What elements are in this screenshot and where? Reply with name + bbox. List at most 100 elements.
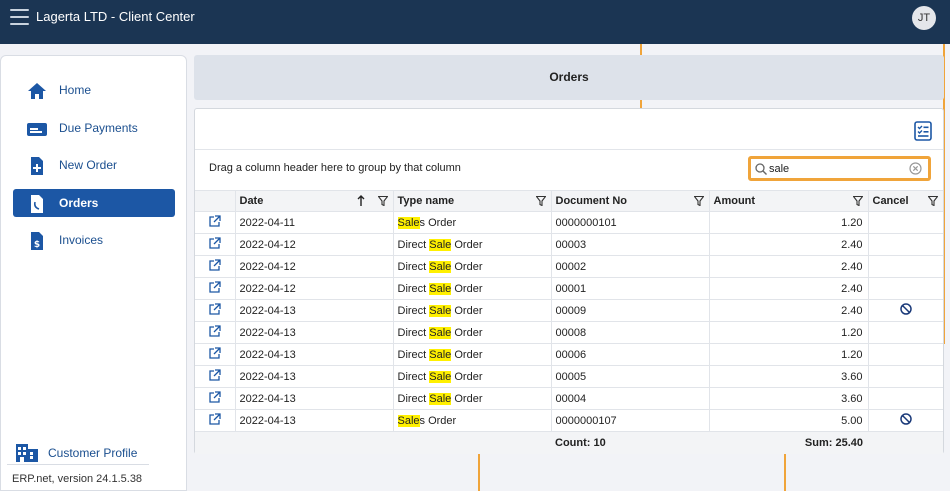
open-cell[interactable] [195, 365, 236, 388]
sort-ascending-icon[interactable] [357, 195, 365, 207]
open-cell[interactable] [195, 211, 236, 234]
open-external-icon[interactable] [208, 302, 221, 316]
type-name-cell: Sales Order [392, 409, 552, 432]
open-external-icon[interactable] [208, 346, 221, 360]
amount-cell: 1.20 [708, 343, 869, 366]
type-name-cell: Direct Sale Order [392, 365, 552, 388]
type-name-prefix: Direct [397, 282, 430, 295]
new-document-icon [31, 157, 43, 175]
open-cell[interactable] [195, 277, 236, 300]
svg-text:$: $ [34, 240, 40, 250]
table-row[interactable]: 2022-04-13 Direct Sale Order 00009 2.40 [195, 299, 943, 322]
card-icon [27, 123, 47, 136]
amount-cell: 1.20 [708, 211, 869, 234]
open-cell[interactable] [195, 343, 236, 366]
type-name-prefix: Direct [397, 238, 430, 251]
type-name-cell: Sales Order [392, 211, 552, 234]
sidebar-item-label: Due Payments [59, 121, 138, 135]
cancel-icon[interactable] [900, 413, 912, 425]
open-external-icon[interactable] [208, 390, 221, 404]
document-no-cell: 0000000101 [550, 211, 710, 234]
cancel-cell[interactable] [867, 299, 943, 322]
clear-search-icon[interactable] [909, 162, 922, 175]
table-row[interactable]: 2022-04-12 Direct Sale Order 00001 2.40 [195, 277, 943, 300]
open-external-icon[interactable] [208, 214, 221, 228]
filter-icon[interactable] [693, 196, 704, 206]
column-header-amount[interactable]: Amount [708, 190, 869, 212]
search-input[interactable] [769, 160, 909, 178]
open-external-icon[interactable] [208, 258, 221, 272]
top-bar: Lagerta LTD - Client Center JT [0, 0, 950, 44]
amount-cell: 5.00 [708, 409, 869, 432]
avatar[interactable]: JT [912, 6, 936, 30]
divider [7, 464, 149, 465]
open-cell[interactable] [195, 299, 236, 322]
date-cell: 2022-04-11 [234, 211, 394, 234]
document-no-cell: 00006 [550, 343, 710, 366]
footer-cell [393, 431, 551, 454]
open-cell[interactable] [195, 387, 236, 410]
open-cell[interactable] [195, 321, 236, 344]
table-row[interactable]: 2022-04-12 Direct Sale Order 00002 2.40 [195, 255, 943, 278]
sidebar-item-label: New Order [59, 158, 118, 172]
type-name-prefix: Direct [397, 370, 430, 383]
column-header-date[interactable]: Date [234, 190, 394, 212]
search-highlight: Sale [429, 370, 452, 383]
search-highlight: Sale [429, 392, 452, 405]
table-row[interactable]: 2022-04-13 Direct Sale Order 00006 1.20 [195, 343, 943, 366]
column-chooser-icon[interactable] [913, 121, 933, 141]
table-row[interactable]: 2022-04-13 Direct Sale Order 00005 3.60 [195, 365, 943, 388]
type-name-suffix: Order [451, 282, 483, 295]
version-text: ERP.net, version 24.1.5.38 [12, 473, 143, 485]
type-name-prefix: Direct [397, 326, 430, 339]
table-row[interactable]: 2022-04-13 Sales Order 0000000107 5.00 [195, 409, 943, 432]
type-name-prefix: Direct [397, 304, 430, 317]
sidebar-item-invoices[interactable]: $ Invoices [13, 226, 175, 254]
date-cell: 2022-04-13 [234, 321, 394, 344]
open-cell[interactable] [195, 233, 236, 256]
document-no-cell: 00008 [550, 321, 710, 344]
open-external-icon[interactable] [208, 324, 221, 338]
date-cell: 2022-04-13 [234, 365, 394, 388]
amount-cell: 2.40 [708, 233, 869, 256]
search-highlight: Sale [429, 326, 452, 339]
column-header-type-name[interactable]: Type name [392, 190, 552, 212]
sidebar-item-new-order[interactable]: New Order [13, 151, 175, 179]
orders-table: Date Type name Document No Amount Cancel… [195, 190, 943, 454]
table-row[interactable]: 2022-04-11 Sales Order 0000000101 1.20 [195, 211, 943, 234]
type-name-suffix: Order [451, 260, 483, 273]
filter-icon[interactable] [377, 196, 388, 206]
open-external-icon[interactable] [208, 236, 221, 250]
amount-cell: 2.40 [708, 299, 869, 322]
group-panel-hint[interactable]: Drag a column header here to group by th… [209, 162, 461, 174]
sidebar-item-due-payments[interactable]: Due Payments [13, 114, 175, 142]
open-external-icon[interactable] [208, 368, 221, 382]
open-external-icon[interactable] [208, 412, 221, 426]
table-row[interactable]: 2022-04-13 Direct Sale Order 00008 1.20 [195, 321, 943, 344]
open-cell[interactable] [195, 409, 236, 432]
menu-icon[interactable] [10, 9, 29, 25]
customer-profile-link[interactable]: Customer Profile [13, 440, 163, 464]
filter-icon[interactable] [535, 196, 546, 206]
table-row[interactable]: 2022-04-13 Direct Sale Order 00004 3.60 [195, 387, 943, 410]
sidebar: Home Due Payments New Order Orders $ Inv… [0, 55, 187, 491]
column-header-document-no[interactable]: Document No [550, 190, 710, 212]
search-highlight: Sale [429, 304, 452, 317]
filter-icon[interactable] [852, 196, 863, 206]
filter-icon[interactable] [928, 196, 938, 206]
cancel-cell [867, 321, 943, 344]
open-external-icon[interactable] [208, 280, 221, 294]
cancel-icon[interactable] [900, 303, 912, 315]
sidebar-item-label: Home [59, 83, 92, 97]
column-header-cancel[interactable]: Cancel [867, 190, 943, 212]
sidebar-item-home[interactable]: Home [13, 76, 175, 104]
column-header-label: Date [239, 195, 264, 207]
open-cell[interactable] [195, 255, 236, 278]
cancel-cell[interactable] [867, 409, 943, 432]
footer-count: Count: 10 [551, 431, 709, 454]
search-box[interactable] [748, 156, 931, 181]
table-footer-row: Count: 10 Sum: 25.40 [195, 431, 943, 454]
sidebar-item-orders[interactable]: Orders [13, 189, 175, 217]
type-name-cell: Direct Sale Order [392, 299, 552, 322]
table-row[interactable]: 2022-04-12 Direct Sale Order 00003 2.40 [195, 233, 943, 256]
